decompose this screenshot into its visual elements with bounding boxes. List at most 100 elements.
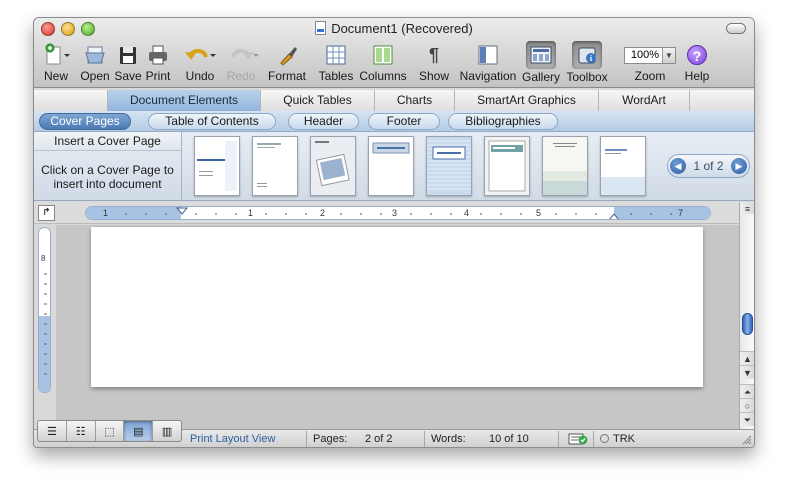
document-icon [315, 21, 327, 35]
status-divider [424, 431, 425, 447]
subtab-bibliographies[interactable]: Bibliographies [448, 113, 558, 130]
save-label: Save [114, 69, 142, 83]
help-icon: ? [682, 42, 712, 68]
tab-wordart[interactable]: WordArt [598, 90, 689, 111]
cover-page-thumbnail[interactable] [368, 136, 414, 196]
pages-value: 2 of 2 [365, 433, 393, 445]
tab-charts[interactable]: Charts [374, 90, 454, 111]
cover-page-thumbnail[interactable] [484, 136, 530, 196]
subtab-header[interactable]: Header [288, 113, 359, 130]
notebook-layout-view-icon[interactable]: ▥ [153, 421, 181, 441]
next-page-button[interactable]: ⏷ [740, 412, 754, 426]
scroll-down-arrow-icon[interactable]: ▼ [740, 365, 754, 379]
toolbox-label: Toolbox [566, 70, 608, 84]
save-button[interactable]: Save [114, 42, 142, 86]
track-changes-light-icon [600, 434, 609, 443]
help-label: Help [684, 69, 710, 83]
chevron-down-icon: ▼ [662, 47, 675, 63]
cover-page-thumbnail[interactable] [310, 136, 356, 196]
zoom-dropdown[interactable]: 100% ▼ [622, 42, 678, 68]
gallery-pager: ◀ 1 of 2 ▶ [667, 154, 750, 178]
tab-label: Quick Tables [283, 93, 352, 107]
gallery-info-panel: Insert a Cover Page Click on a Cover Pag… [34, 132, 182, 201]
vertical-ruler[interactable]: 8 [38, 227, 51, 393]
navigation-button[interactable]: Navigation [458, 42, 518, 86]
ruler-number: 4 [464, 208, 470, 218]
window-title-text: Document1 (Recovered) [331, 21, 473, 36]
printer-icon [143, 42, 173, 68]
document-page[interactable] [91, 227, 703, 387]
outline-view-icon[interactable]: ☷ [67, 421, 96, 441]
publishing-layout-view-icon[interactable]: ⬚ [96, 421, 125, 441]
redo-button[interactable]: Redo [222, 42, 260, 86]
previous-page-button[interactable]: ⏶ [740, 384, 754, 398]
redo-arrow-icon [222, 42, 260, 68]
toolbox-button[interactable]: i Toolbox [563, 41, 611, 86]
draft-view-icon[interactable]: ☰ [38, 421, 67, 441]
navigation-label: Navigation [459, 69, 517, 83]
print-label: Print [145, 69, 171, 83]
spelling-check-icon[interactable] [567, 431, 589, 447]
cover-page-thumbnail[interactable] [426, 136, 472, 196]
columns-label: Columns [359, 69, 407, 83]
subtab-footer[interactable]: Footer [368, 113, 440, 130]
zoom-label: Zoom [634, 69, 666, 83]
split-view-handle[interactable]: ≡ [740, 202, 754, 214]
tab-smartart-graphics[interactable]: SmartArt Graphics [454, 90, 598, 111]
subtab-label: Header [303, 114, 344, 128]
open-button[interactable]: Open [78, 42, 112, 86]
save-disk-icon [114, 42, 142, 68]
cover-page-thumbnail[interactable] [542, 136, 588, 196]
undo-arrow-icon [180, 42, 220, 68]
tab-label: Charts [396, 93, 433, 107]
tab-quick-tables[interactable]: Quick Tables [260, 90, 374, 111]
subtab-label: Bibliographies [465, 114, 541, 128]
columns-button[interactable]: Columns [358, 42, 408, 86]
subtab-cover-pages[interactable]: Cover Pages [39, 113, 131, 130]
tab-document-elements[interactable]: Document Elements [107, 90, 260, 111]
gallery-button[interactable]: Gallery [521, 41, 561, 86]
tab-stop-selector[interactable]: ↱ [38, 205, 55, 221]
ruler-number: 1 [248, 208, 254, 218]
subtab-table-of-contents[interactable]: Table of Contents [148, 113, 276, 130]
next-page-arrow-icon[interactable]: ▶ [731, 158, 747, 174]
print-layout-view-icon[interactable]: ▤ [124, 421, 154, 441]
help-button[interactable]: ? Help [682, 42, 712, 86]
horizontal-ruler-bar: ↱ 1 1 2 3 4 5 7 [34, 202, 754, 224]
tab-label: Document Elements [129, 93, 239, 107]
scroll-up-arrow-icon[interactable]: ▲ [740, 351, 754, 365]
new-button[interactable]: New [38, 42, 74, 86]
browse-object-button[interactable]: ○ [740, 398, 754, 412]
redo-label: Redo [226, 69, 256, 83]
gallery-icon [526, 41, 556, 69]
vertical-scrollbar[interactable]: ≡ ▲ ▼ ⏶ ○ ⏷ [739, 202, 754, 429]
tables-button[interactable]: Tables [317, 42, 355, 86]
format-button[interactable]: Format [267, 42, 307, 86]
cover-page-thumbnail[interactable] [600, 136, 646, 196]
pages-label: Pages: [313, 433, 348, 445]
help-glyph: ? [687, 45, 707, 65]
gallery-hint-line2: insert into document [53, 177, 162, 191]
undo-label: Undo [185, 69, 215, 83]
scroll-thumb[interactable] [742, 313, 753, 335]
gallery-hint: Click on a Cover Page to insert into doc… [34, 163, 181, 191]
zoom-control[interactable]: 100% ▼ Zoom [622, 42, 678, 86]
cover-page-gallery: Insert a Cover Page Click on a Cover Pag… [34, 132, 754, 201]
track-changes-indicator[interactable]: TRK [600, 433, 635, 445]
show-button[interactable]: ¶ Show [417, 42, 451, 86]
cover-page-thumbnail[interactable] [194, 136, 240, 196]
ruler-number: 3 [392, 208, 398, 218]
titlebar: Document1 (Recovered) New Open Save Prin… [34, 18, 754, 88]
print-button[interactable]: Print [143, 42, 173, 86]
cover-page-thumbnail[interactable] [252, 136, 298, 196]
previous-page-arrow-icon[interactable]: ◀ [670, 158, 686, 174]
ruler-number: 2 [320, 208, 326, 218]
undo-button[interactable]: Undo [180, 42, 220, 86]
table-grid-icon [317, 42, 355, 68]
status-divider [306, 431, 307, 447]
horizontal-ruler[interactable]: 1 1 2 3 4 5 7 [85, 206, 711, 220]
status-bar: ☰ ☷ ⬚ ▤ ▥ Print Layout View Pages: 2 of … [34, 420, 754, 447]
ribbon-tabs: Document Elements Quick Tables Charts Sm… [34, 90, 754, 111]
resize-grip-icon[interactable] [742, 435, 752, 447]
insert-cover-page-label: Insert a Cover Page [34, 132, 181, 151]
